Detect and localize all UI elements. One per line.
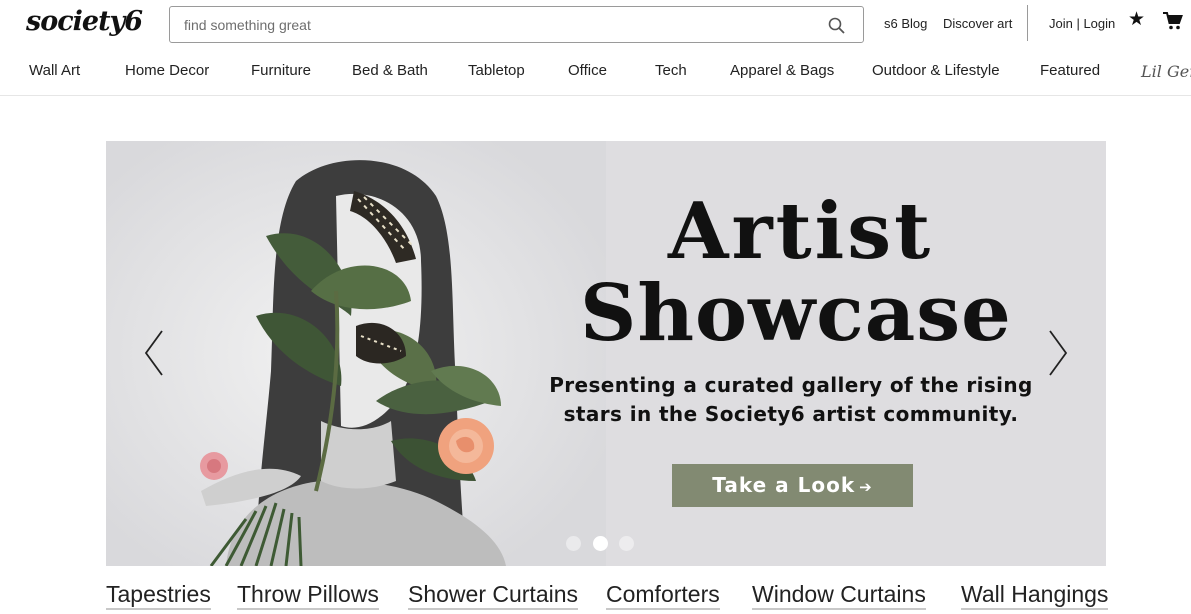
nav-item-featured[interactable]: Featured (1040, 62, 1100, 79)
search-icon[interactable] (828, 17, 845, 34)
nav-item-furniture[interactable]: Furniture (251, 62, 311, 79)
category-window-curtains[interactable]: Window Curtains (752, 580, 926, 610)
take-a-look-label: Take a Look (712, 473, 856, 497)
category-wall-hangings[interactable]: Wall Hangings (961, 580, 1109, 610)
carousel-dot-3[interactable] (619, 536, 634, 551)
star-icon[interactable]: ★ (1128, 8, 1145, 31)
hero-subtitle-line-2: stars in the Society6 artist community. (563, 402, 1019, 426)
hero-title-line-1: Artist (668, 186, 934, 277)
nav-item-tabletop[interactable]: Tabletop (468, 62, 525, 79)
take-a-look-button[interactable]: Take a Look ➔ (672, 464, 913, 507)
nav-item-lil-gers[interactable]: Lil Gers (1141, 62, 1191, 81)
top-bar: society6 s6 Blog Discover art Join | Log… (0, 0, 1191, 48)
nav-item-wall-art[interactable]: Wall Art (29, 62, 80, 79)
arrow-right-icon: ➔ (859, 478, 873, 496)
category-comforters[interactable]: Comforters (606, 580, 720, 610)
site-logo[interactable]: society6 (26, 6, 143, 37)
nav-item-home-decor[interactable]: Home Decor (125, 62, 209, 79)
hero-banner: Artist Showcase Presenting a curated gal… (106, 141, 1106, 566)
hero-subtitle-line-1: Presenting a curated gallery of the risi… (549, 373, 1033, 397)
category-nav: Wall Art Home Decor Furniture Bed & Bath… (0, 48, 1191, 96)
carousel-dot-1[interactable] (566, 536, 581, 551)
nav-item-tech[interactable]: Tech (655, 62, 687, 79)
carousel-next-arrow-icon[interactable] (1046, 329, 1070, 377)
search-input[interactable] (184, 15, 804, 35)
login-link[interactable]: Join | Login (1049, 16, 1115, 31)
cart-icon[interactable] (1163, 12, 1183, 30)
blog-link[interactable]: s6 Blog (884, 16, 927, 31)
hero-subtitle: Presenting a curated gallery of the risi… (546, 371, 1036, 429)
category-shower-curtains[interactable]: Shower Curtains (408, 580, 579, 610)
nav-item-apparel-bags[interactable]: Apparel & Bags (730, 62, 834, 79)
hero-collage-image (106, 141, 606, 566)
carousel-prev-arrow-icon[interactable] (142, 329, 166, 377)
category-tapestries[interactable]: Tapestries (106, 580, 211, 610)
nav-item-office[interactable]: Office (568, 62, 607, 79)
discover-art-link[interactable]: Discover art (943, 16, 1012, 31)
hero-title-line-2: Showcase (580, 268, 1012, 359)
nav-item-outdoor-lifestyle[interactable]: Outdoor & Lifestyle (872, 62, 1000, 79)
header-divider (1027, 5, 1028, 41)
category-throw-pillows[interactable]: Throw Pillows (237, 580, 379, 610)
search-box[interactable] (169, 6, 864, 43)
carousel-dot-2[interactable] (593, 536, 608, 551)
nav-item-bed-bath[interactable]: Bed & Bath (352, 62, 428, 79)
